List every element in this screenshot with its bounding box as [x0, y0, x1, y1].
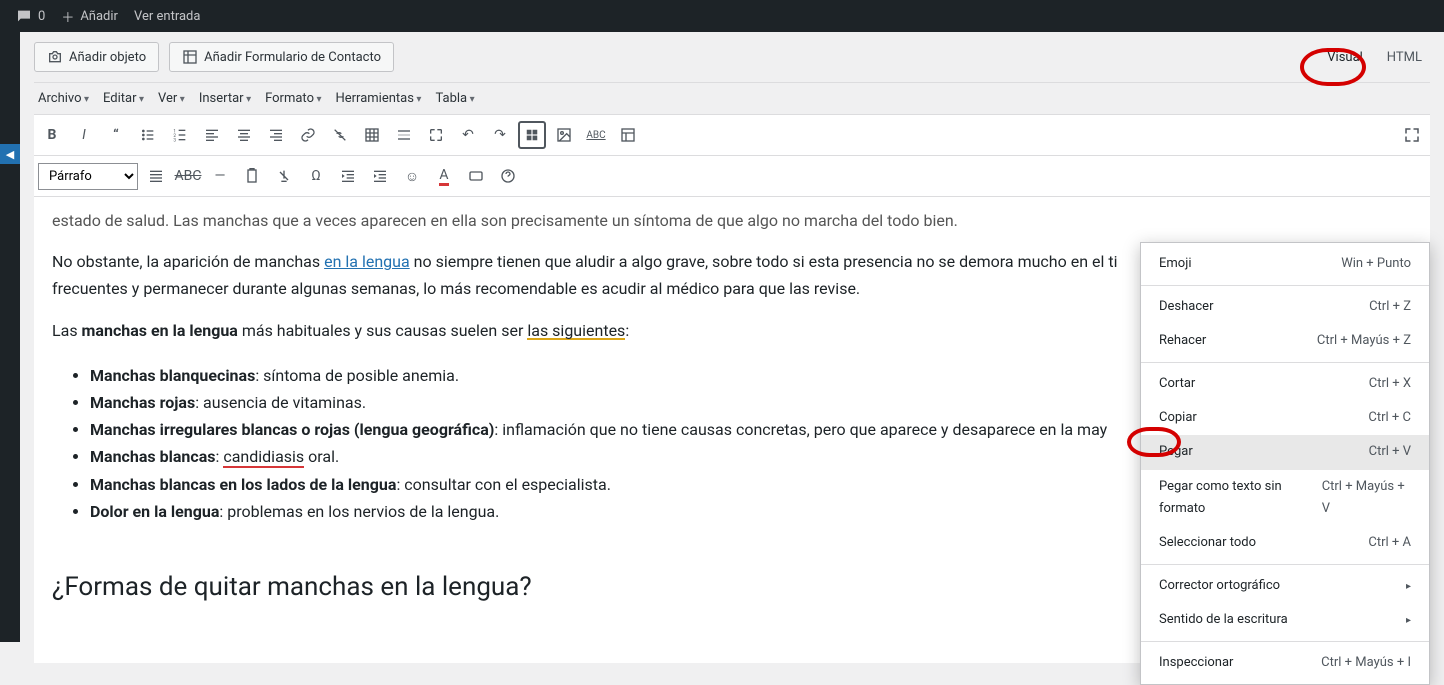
expand-sidebar-icon[interactable]: ◀ — [0, 144, 20, 164]
toolbar-row-2: Párrafo ABC — Ω ☺ A — [34, 156, 1430, 197]
editor-content[interactable]: estado de salud. Las manchas que a veces… — [34, 197, 1430, 663]
menu-format[interactable]: Formato — [265, 91, 321, 106]
spellcheck-button[interactable]: ABC — [582, 121, 610, 149]
context-menu: EmojiWin + Punto DeshacerCtrl + Z Rehace… — [1140, 242, 1430, 685]
ctx-copy[interactable]: CopiarCtrl + C — [1141, 401, 1429, 435]
add-label: Añadir — [80, 9, 118, 24]
emoji-button[interactable]: ☺ — [398, 162, 426, 190]
admin-bar: 0 ＋ Añadir Ver entrada — [0, 0, 1444, 32]
image-button[interactable] — [550, 121, 578, 149]
menu-view[interactable]: Ver — [158, 91, 185, 106]
undo-button[interactable]: ↶ — [454, 121, 482, 149]
add-contact-form-button[interactable]: Añadir Formulario de Contacto — [169, 42, 394, 72]
indent-button[interactable] — [366, 162, 394, 190]
ctx-paste[interactable]: PegarCtrl + V — [1141, 435, 1429, 469]
ctx-inspect[interactable]: InspeccionarCtrl + Mayús + I — [1141, 646, 1429, 680]
toolbar-row-1: B I “ 123 ↶ ↷ ABC — [34, 114, 1430, 156]
ctx-writing-direction[interactable]: Sentido de la escritura — [1141, 603, 1429, 637]
ctx-undo[interactable]: DeshacerCtrl + Z — [1141, 290, 1429, 324]
link-en-la-lengua[interactable]: en la lengua — [324, 252, 410, 271]
editor-menubar: Archivo Editar Ver Insertar Formato Herr… — [34, 82, 1430, 114]
readmore-button[interactable] — [390, 121, 418, 149]
view-entry-link[interactable]: Ver entrada — [126, 0, 208, 32]
menu-tools[interactable]: Herramientas — [335, 91, 421, 106]
add-media-button[interactable]: Añadir objeto — [34, 42, 159, 72]
menu-file[interactable]: Archivo — [38, 91, 89, 106]
comments-count: 0 — [38, 9, 45, 24]
svg-text:3: 3 — [173, 138, 176, 143]
keyboard-shortcuts-button[interactable] — [462, 162, 490, 190]
help-button[interactable] — [494, 162, 522, 190]
align-center-button[interactable] — [230, 121, 258, 149]
tab-html[interactable]: HTML — [1379, 44, 1430, 71]
fullscreen-button[interactable] — [422, 121, 450, 149]
link-button[interactable] — [294, 121, 322, 149]
italic-button[interactable]: I — [70, 121, 98, 149]
outdent-button[interactable] — [334, 162, 362, 190]
align-left-button[interactable] — [198, 121, 226, 149]
clear-format-button[interactable] — [270, 162, 298, 190]
paragraph-intro: estado de salud. Las manchas que a veces… — [52, 207, 1412, 234]
ctx-spellcheck[interactable]: Corrector ortográfico — [1141, 569, 1429, 603]
numbered-list-button[interactable]: 123 — [166, 121, 194, 149]
bullet-list-button[interactable] — [134, 121, 162, 149]
insert-table-button[interactable] — [358, 121, 386, 149]
editor-mode-tabs: Visual HTML — [1319, 44, 1430, 71]
template-button[interactable] — [614, 121, 642, 149]
unlink-button[interactable] — [326, 121, 354, 149]
tab-visual[interactable]: Visual — [1319, 44, 1371, 71]
menu-edit[interactable]: Editar — [103, 91, 144, 106]
ctx-select-all[interactable]: Seleccionar todoCtrl + A — [1141, 526, 1429, 560]
comments-link[interactable]: 0 — [8, 0, 53, 32]
add-form-label: Añadir Formulario de Contacto — [204, 50, 381, 65]
paragraph-format-select[interactable]: Párrafo — [38, 163, 138, 190]
media-icon — [47, 49, 63, 65]
add-media-label: Añadir objeto — [69, 50, 146, 65]
strikethrough-button[interactable]: ABC — [174, 162, 202, 190]
redo-button[interactable]: ↷ — [486, 121, 514, 149]
plus-icon: ＋ — [61, 7, 74, 26]
toggle-toolbar-button[interactable] — [518, 121, 546, 149]
special-char-button[interactable]: Ω — [302, 162, 330, 190]
distraction-free-button[interactable] — [1398, 121, 1426, 149]
comment-icon — [16, 8, 32, 24]
ctx-paste-plain[interactable]: Pegar como texto sin formatoCtrl + Mayús… — [1141, 470, 1429, 526]
editor-top-row: Añadir objeto Añadir Formulario de Conta… — [34, 42, 1430, 72]
view-label: Ver entrada — [134, 9, 200, 24]
form-icon — [182, 49, 198, 65]
menu-table[interactable]: Tabla — [435, 91, 474, 106]
paste-text-button[interactable] — [238, 162, 266, 190]
ctx-emoji[interactable]: EmojiWin + Punto — [1141, 247, 1429, 281]
bold-button[interactable]: B — [38, 121, 66, 149]
ctx-cut[interactable]: CortarCtrl + X — [1141, 367, 1429, 401]
add-new-link[interactable]: ＋ Añadir — [53, 0, 126, 32]
align-justify-button[interactable] — [142, 162, 170, 190]
text-color-button[interactable]: A — [430, 162, 458, 190]
ctx-redo[interactable]: RehacerCtrl + Mayús + Z — [1141, 324, 1429, 358]
blockquote-button[interactable]: “ — [102, 121, 130, 149]
align-right-button[interactable] — [262, 121, 290, 149]
collapsed-sidebar: ◀ — [0, 32, 20, 642]
hr-button[interactable]: — — [206, 162, 234, 190]
menu-insert[interactable]: Insertar — [199, 91, 251, 106]
